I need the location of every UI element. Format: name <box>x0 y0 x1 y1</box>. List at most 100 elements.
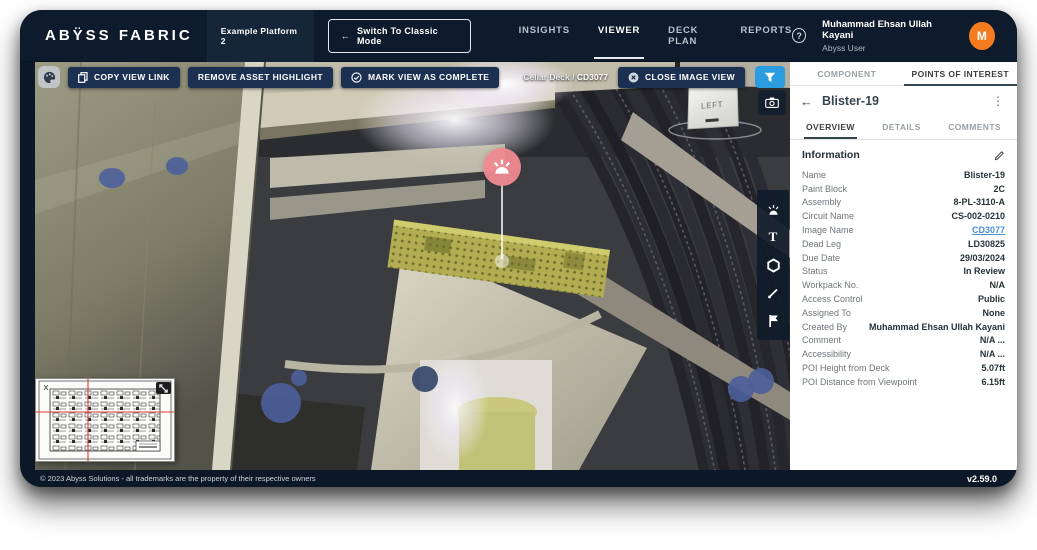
copy-view-link-button[interactable]: COPY VIEW LINK <box>68 67 180 88</box>
expand-icon <box>159 384 168 393</box>
hexagon-icon <box>766 258 781 273</box>
polygon-tool-button[interactable] <box>764 256 782 274</box>
field-value: 6.15ft <box>981 377 1005 387</box>
field-label: Status <box>802 266 828 276</box>
check-circle-icon <box>351 72 362 83</box>
field-value: 8-PL-3110-A <box>953 197 1005 207</box>
filter-button[interactable] <box>755 66 785 88</box>
platform-selector-button[interactable]: Example Platform 2 <box>207 10 314 62</box>
remove-asset-highlight-button[interactable]: REMOVE ASSET HIGHLIGHT <box>188 67 333 88</box>
field-value: 5.07ft <box>981 363 1005 373</box>
field-value: N/A ... <box>980 335 1005 345</box>
panel-tab-points-of-interest[interactable]: POINTS OF INTEREST <box>904 62 1018 85</box>
field-label: Dead Leg <box>802 239 841 249</box>
poi-dot-marker-1[interactable] <box>99 168 125 188</box>
info-field-row-paint-block: Paint Block2C <box>802 182 1005 196</box>
viewer-toolbar: COPY VIEW LINK REMOVE ASSET HIGHLIGHT MA… <box>38 66 499 88</box>
top-nav-bar: ABŸSS FABRIC Example Platform 2 ← Switch… <box>20 10 1017 62</box>
nav-tab-deck-plan[interactable]: DECK PLAN <box>668 19 712 53</box>
information-fields: NameBlister-19Paint Block2CAssembly8-PL-… <box>802 168 1005 389</box>
footer-bar: © 2023 Abyss Solutions - all trademarks … <box>20 470 1017 487</box>
line-tool-button[interactable] <box>764 284 782 302</box>
deck-plan-minimap[interactable] <box>35 378 175 462</box>
poi-dot-marker-3[interactable] <box>261 383 301 423</box>
poi-dot-marker-5[interactable] <box>412 366 438 392</box>
active-poi-marker[interactable] <box>483 148 521 186</box>
blister-highlight-tool-button[interactable] <box>764 200 782 218</box>
text-tool-button[interactable]: T <box>764 228 782 246</box>
close-image-view-button[interactable]: CLOSE IMAGE VIEW <box>618 67 745 88</box>
field-label: Access Control <box>802 294 863 304</box>
edit-pencil-icon[interactable] <box>994 150 1005 161</box>
details-panel: COMPONENTPOINTS OF INTEREST ← Blister-19… <box>790 62 1017 470</box>
field-value: 29/03/2024 <box>960 253 1005 263</box>
info-field-row-due-date: Due Date 29/03/2024 <box>802 251 1005 265</box>
switch-classic-mode-label: Switch To Classic Mode <box>357 26 458 46</box>
nav-tab-reports[interactable]: REPORTS <box>740 19 792 53</box>
field-label: Accessibility <box>802 349 851 359</box>
field-value: Public <box>978 294 1005 304</box>
info-field-row-comment: CommentN/A ... <box>802 334 1005 348</box>
field-value: Muhammad Ehsan Ullah Kayani <box>869 322 1005 332</box>
kebab-menu-icon[interactable]: ⋮ <box>989 94 1007 108</box>
field-value: CS-002-0210 <box>951 211 1005 221</box>
switch-classic-mode-button[interactable]: ← Switch To Classic Mode <box>328 19 471 53</box>
minimap-expand-button[interactable] <box>156 382 171 394</box>
nav-tab-insights[interactable]: INSIGHTS <box>519 19 570 53</box>
sub-tab-comments[interactable]: COMMENTS <box>946 116 1003 139</box>
text-tool-icon: T <box>769 229 778 245</box>
panel-tab-component[interactable]: COMPONENT <box>790 62 904 85</box>
filter-icon <box>764 72 776 83</box>
poi-dot-marker-2[interactable] <box>166 157 188 175</box>
image-viewer[interactable]: COPY VIEW LINK REMOVE ASSET HIGHLIGHT MA… <box>35 62 790 470</box>
field-label: POI Height from Deck <box>802 363 890 373</box>
breadcrumb-deck: Cellar Deck / <box>523 72 574 82</box>
field-label: Name <box>802 170 826 180</box>
poi-sub-tabs: OVERVIEW DETAILS COMMENTS <box>790 116 1017 140</box>
field-label: Paint Block <box>802 184 847 194</box>
camera-button[interactable] <box>758 90 786 115</box>
flag-tool-button[interactable] <box>764 312 782 330</box>
info-field-row-created-by: Created By Muhammad Ehsan Ullah Kayani <box>802 320 1005 334</box>
palette-button[interactable] <box>38 66 60 88</box>
info-field-row-circuit-name: Circuit NameCS-002-0210 <box>802 209 1005 223</box>
avatar[interactable]: M <box>969 22 995 50</box>
field-value: N/A <box>990 280 1006 290</box>
poi-dot-marker-7[interactable] <box>748 368 774 394</box>
breadcrumb-image: CD3077 <box>577 72 608 82</box>
back-arrow-icon[interactable]: ← <box>800 94 813 109</box>
field-value: N/A ... <box>980 349 1005 359</box>
nav-tab-viewer[interactable]: VIEWER <box>598 19 640 53</box>
app-version: v2.59.0 <box>967 474 997 484</box>
poi-title: Blister-19 <box>822 94 989 108</box>
sub-tab-overview[interactable]: OVERVIEW <box>804 116 857 139</box>
palette-icon <box>43 71 56 84</box>
info-field-row-name: Name Blister-19 <box>802 168 1005 182</box>
info-field-row-assigned-to: Assigned ToNone <box>802 306 1005 320</box>
minimap-drawing <box>36 379 174 461</box>
viewer-toolbar-right: Cellar Deck / CD3077 CLOSE IMAGE VIEW <box>523 66 785 88</box>
user-name: Muhammad Ehsan Ullah Kayani <box>822 19 957 41</box>
help-icon[interactable]: ? <box>792 28 806 43</box>
field-value: None <box>983 308 1006 318</box>
nav-cube-widget: LEFT <box>685 82 739 128</box>
field-label: Workpack No. <box>802 280 858 290</box>
close-image-view-label: CLOSE IMAGE VIEW <box>645 72 735 82</box>
field-value-link[interactable]: CD3077 <box>972 225 1005 235</box>
field-value: Blister-19 <box>964 170 1005 180</box>
poi-leader-line <box>501 185 503 259</box>
mark-view-complete-button[interactable]: MARK VIEW AS COMPLETE <box>341 67 499 88</box>
poi-dot-marker-4[interactable] <box>291 370 307 386</box>
sub-tab-details[interactable]: DETAILS <box>880 116 923 139</box>
field-label: Due Date <box>802 253 840 263</box>
panel-tabs: COMPONENTPOINTS OF INTEREST <box>790 62 1017 86</box>
field-label: POI Distance from Viewpoint <box>802 377 917 387</box>
main-nav-tabs: INSIGHTS VIEWER DECK PLAN REPORTS <box>519 19 792 53</box>
line-icon <box>766 286 780 300</box>
field-label: Created By <box>802 322 847 332</box>
user-info: Muhammad Ehsan Ullah Kayani Abyss User <box>822 19 957 53</box>
field-value: In Review <box>963 266 1005 276</box>
blister-icon <box>766 203 781 216</box>
breadcrumb: Cellar Deck / CD3077 <box>523 72 608 82</box>
user-role: Abyss User <box>822 43 957 53</box>
